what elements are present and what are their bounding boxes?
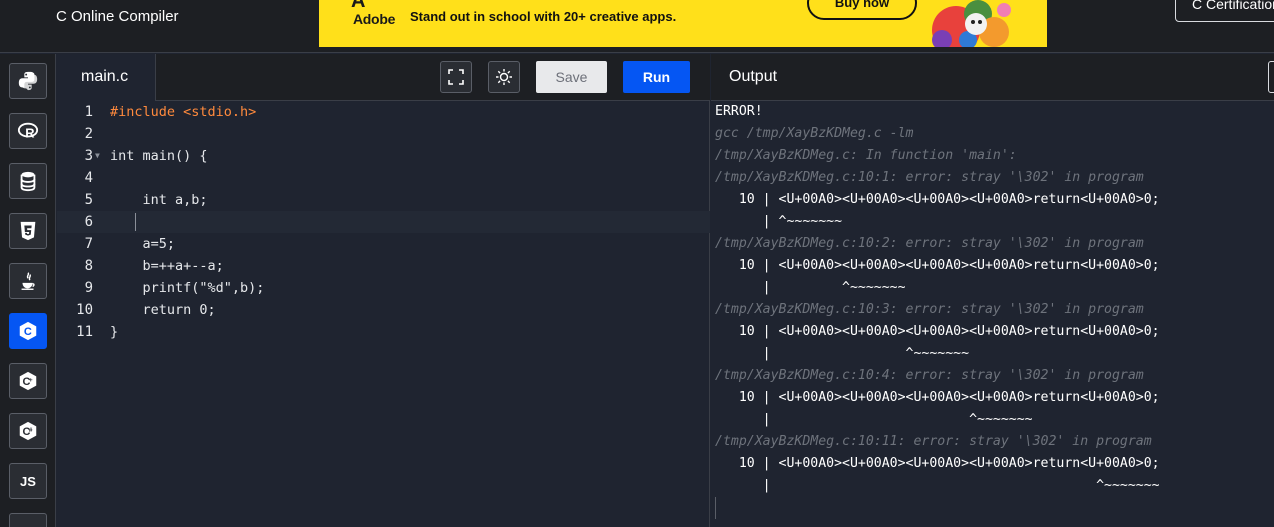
advertisement-banner[interactable]: A Adobe Stand out in school with 20+ cre… xyxy=(319,0,1047,47)
line-number: 3 xyxy=(84,148,93,164)
sun-icon xyxy=(496,69,512,85)
code-line[interactable]: 10 return 0; xyxy=(57,299,710,321)
certification-button[interactable]: C Certification xyxy=(1175,0,1274,22)
output-line: 10 | <U+00A0><U+00A0><U+00A0><U+00A0>ret… xyxy=(715,258,1160,273)
output-line: 10 | <U+00A0><U+00A0><U+00A0><U+00A0>ret… xyxy=(715,324,1160,339)
language-more-button[interactable] xyxy=(9,513,47,527)
java-icon xyxy=(21,272,35,290)
output-line: /tmp/XayBzKDMeg.c:10:3: error: stray '\3… xyxy=(715,302,1144,317)
line-number: 10 xyxy=(76,302,93,318)
line-number: 6 xyxy=(84,214,93,230)
output-cursor xyxy=(715,497,716,519)
language-csharp-button[interactable]: C # xyxy=(9,413,47,449)
code-line[interactable]: 5 int a,b; xyxy=(57,189,710,211)
output-console: ERROR! gcc /tmp/XayBzKDMeg.c -lm /tmp/Xa… xyxy=(711,101,1274,527)
database-icon xyxy=(20,171,36,192)
language-cpp-button[interactable]: C + xyxy=(9,363,47,399)
language-python-button[interactable] xyxy=(9,63,47,99)
fullscreen-icon xyxy=(448,69,464,85)
svg-text:#: # xyxy=(29,427,33,434)
language-sidebar: R C C + C # JS xyxy=(0,54,56,527)
language-sql-button[interactable] xyxy=(9,163,47,199)
fold-arrow-icon[interactable]: ▼ xyxy=(95,145,100,167)
editor-toolbar: main.c Save Run xyxy=(57,54,710,101)
fullscreen-button[interactable] xyxy=(440,61,472,93)
buy-now-button[interactable]: Buy now xyxy=(807,0,917,20)
line-number: 2 xyxy=(84,126,93,142)
output-line: 10 | <U+00A0><U+00A0><U+00A0><U+00A0>ret… xyxy=(715,456,1160,471)
output-line: | ^~~~~~~~ xyxy=(715,478,1160,493)
language-r-button[interactable]: R xyxy=(9,113,47,149)
site-title: C Online Compiler xyxy=(56,8,179,25)
ad-text: Stand out in school with 20+ creative ap… xyxy=(410,9,677,24)
code-text: int a,b; xyxy=(110,192,208,208)
output-line: | ^~~~~~~~ xyxy=(715,412,1033,427)
language-html-button[interactable] xyxy=(9,213,47,249)
file-tab-main-c[interactable]: main.c xyxy=(57,54,156,101)
line-number: 1 xyxy=(84,104,93,120)
run-button[interactable]: Run xyxy=(623,61,690,93)
code-text: } xyxy=(110,324,119,340)
output-line: ERROR! xyxy=(715,104,763,119)
code-text: return 0; xyxy=(110,302,216,318)
save-button[interactable]: Save xyxy=(536,61,607,93)
output-line: /tmp/XayBzKDMeg.c:10:2: error: stray '\3… xyxy=(715,236,1144,251)
line-number: 4 xyxy=(84,170,93,186)
code-text: printf("%d",b); xyxy=(110,280,265,296)
code-line[interactable]: 7 a=5; xyxy=(57,233,710,255)
code-line[interactable]: 4 xyxy=(57,167,710,189)
line-number: 11 xyxy=(76,324,93,340)
adobe-logo: A Adobe xyxy=(333,0,395,47)
clear-button[interactable] xyxy=(1268,61,1274,93)
theme-toggle-button[interactable] xyxy=(488,61,520,93)
code-line[interactable]: 8 b=++a+--a; xyxy=(57,255,710,277)
html5-icon xyxy=(20,221,36,241)
output-line: /tmp/XayBzKDMeg.c:10:1: error: stray '\3… xyxy=(715,170,1144,185)
output-line: gcc /tmp/XayBzKDMeg.c -lm xyxy=(715,126,914,141)
cpp-icon: C + xyxy=(19,371,37,391)
output-line: | ^~~~~~~~ xyxy=(715,214,843,229)
code-line[interactable]: 3 ▼ int main() { xyxy=(57,145,710,167)
language-java-button[interactable] xyxy=(9,263,47,299)
code-line-active[interactable]: 6 xyxy=(57,211,710,233)
svg-text:C: C xyxy=(24,326,32,338)
code-text: b=++a+--a; xyxy=(110,258,224,274)
output-title: Output xyxy=(729,68,778,85)
line-number: 7 xyxy=(84,236,93,252)
ad-illustration xyxy=(932,0,1011,47)
python-icon xyxy=(18,71,38,91)
top-bar: C Online Compiler A Adobe Stand out in s… xyxy=(0,0,1274,53)
r-icon: R xyxy=(17,122,39,140)
code-text: int main() { xyxy=(110,148,208,164)
text-cursor xyxy=(135,213,136,231)
code-text: #include <stdio.h> xyxy=(110,104,257,120)
code-text: a=5; xyxy=(110,236,176,252)
line-number: 9 xyxy=(84,280,93,296)
code-editor[interactable]: 1 #include <stdio.h> 2 3 ▼ int main() { … xyxy=(57,101,710,527)
code-line[interactable]: 1 #include <stdio.h> xyxy=(57,101,710,123)
line-number: 5 xyxy=(84,192,93,208)
language-c-button[interactable]: C xyxy=(9,313,47,349)
js-icon: JS xyxy=(20,473,36,489)
csharp-icon: C # xyxy=(19,421,37,441)
output-line: /tmp/XayBzKDMeg.c: In function 'main': xyxy=(715,148,1017,163)
output-line: /tmp/XayBzKDMeg.c:10:4: error: stray '\3… xyxy=(715,368,1144,383)
svg-text:+: + xyxy=(29,377,33,384)
c-icon: C xyxy=(19,321,37,341)
svg-text:R: R xyxy=(25,125,34,140)
language-javascript-button[interactable]: JS xyxy=(9,463,47,499)
output-line: 10 | <U+00A0><U+00A0><U+00A0><U+00A0>ret… xyxy=(715,192,1160,207)
output-line: | ^~~~~~~~ xyxy=(715,346,970,361)
code-line[interactable]: 2 xyxy=(57,123,710,145)
output-toolbar: Output xyxy=(711,54,1274,101)
code-line[interactable]: 11 } xyxy=(57,321,710,343)
code-line[interactable]: 9 printf("%d",b); xyxy=(57,277,710,299)
output-line: 10 | <U+00A0><U+00A0><U+00A0><U+00A0>ret… xyxy=(715,390,1160,405)
output-line: /tmp/XayBzKDMeg.c:10:11: error: stray '\… xyxy=(715,434,1152,449)
line-number: 8 xyxy=(84,258,93,274)
output-line: | ^~~~~~~~ xyxy=(715,280,906,295)
